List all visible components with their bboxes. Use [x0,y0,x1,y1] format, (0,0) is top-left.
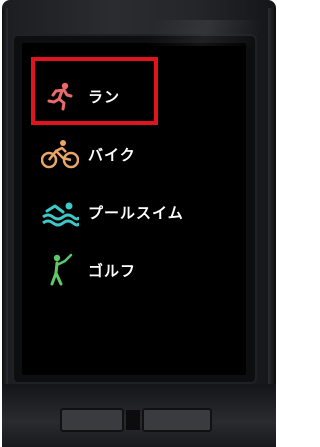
menu-item-label: ゴルフ [88,261,137,280]
strap-slot-right [142,408,212,432]
menu-item-label: プールスイム [88,203,184,222]
menu-item-bike[interactable]: バイク [40,130,230,178]
device-photo: ラン バイク プールスイム ゴルフ [0,0,280,447]
golf-icon [40,252,80,288]
cycling-icon [40,136,80,172]
selection-highlight [31,57,158,125]
swimming-icon [40,194,80,230]
watch-edge-left [2,8,8,447]
menu-item-golf[interactable]: ゴルフ [40,246,230,294]
menu-item-label: バイク [88,145,136,164]
strap-pin [126,410,140,430]
glass-glare [145,20,265,46]
strap-slot-left [60,408,124,432]
menu-item-pool-swim[interactable]: プールスイム [40,188,230,236]
watch-edge-right [268,8,276,447]
